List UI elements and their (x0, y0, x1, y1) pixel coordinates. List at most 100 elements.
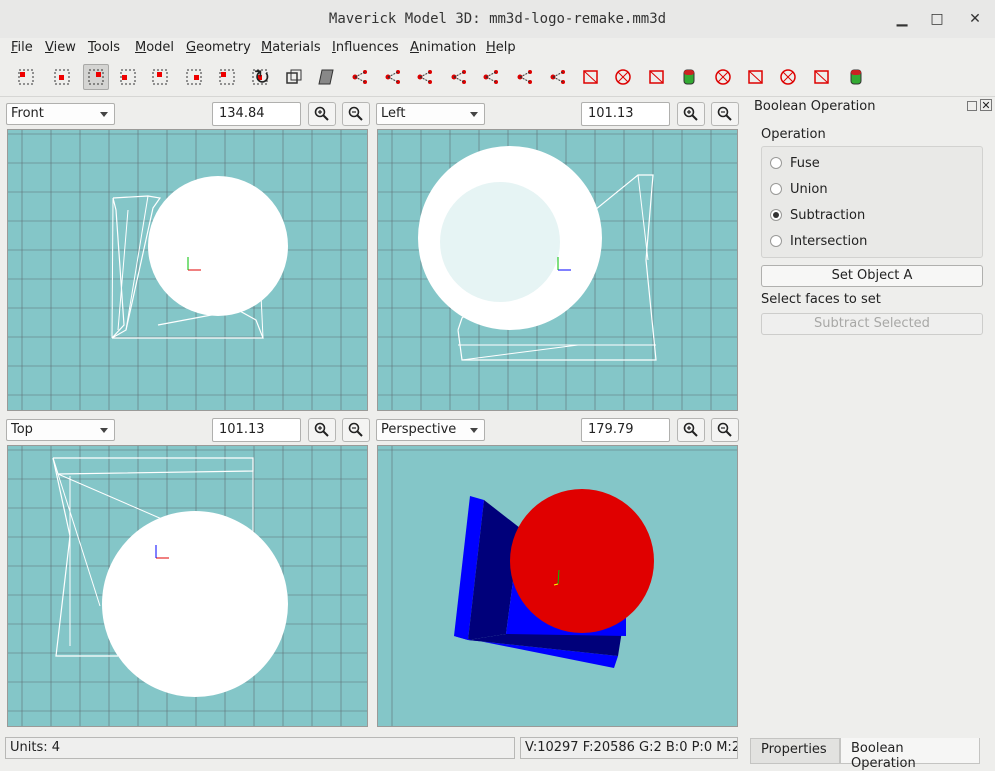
create-vertex-tool[interactable] (412, 64, 438, 90)
create-face-tool[interactable] (446, 64, 472, 90)
create-cube-tool[interactable] (578, 64, 604, 90)
zoom-in-icon (683, 106, 698, 121)
viewport-perspective-canvas[interactable] (378, 446, 737, 726)
rotate-tool[interactable]: ↻ (249, 64, 275, 90)
select-vertices-tool[interactable] (13, 64, 39, 90)
tab-boolean-operation[interactable]: Boolean Operation (840, 738, 980, 771)
view-select-perspective[interactable]: Perspective (376, 419, 485, 441)
zoom-input-left[interactable]: 101.13 (581, 102, 670, 126)
select-connected-tool[interactable] (83, 64, 109, 90)
attach-vertex-tool[interactable] (380, 64, 406, 90)
minimize-button[interactable]: ▁ (891, 8, 913, 30)
window-title: Maverick Model 3D: mm3d-logo-remake.mm3d (328, 11, 667, 27)
zoom-in-button-front[interactable] (308, 102, 336, 126)
extrude-tool[interactable] (347, 64, 373, 90)
create-vertex-icon (415, 67, 435, 87)
view-select-top[interactable]: Top (6, 419, 115, 441)
zoom-input-front[interactable]: 134.84 (212, 102, 301, 126)
create-point-tool[interactable] (512, 64, 538, 90)
select-groups-icon (118, 67, 138, 87)
radio-union-indicator[interactable] (770, 183, 782, 195)
create-plane-icon (812, 67, 832, 87)
close-panel-icon[interactable]: ✕ (980, 99, 992, 112)
panel-title: Boolean Operation (754, 99, 876, 114)
zoom-in-button-left[interactable] (677, 102, 705, 126)
create-polygon-icon (746, 67, 766, 87)
create-projection-tool[interactable] (545, 64, 571, 90)
radio-union[interactable]: Union (770, 179, 828, 199)
viewport-top[interactable] (7, 445, 368, 727)
create-plane-tool[interactable] (809, 64, 835, 90)
select-bone-joints-icon (150, 67, 170, 87)
operation-group: Fuse Union Subtraction Intersection (761, 146, 983, 258)
create-torus-knot-tool[interactable] (775, 64, 801, 90)
menu-help[interactable]: Help (486, 40, 516, 55)
status-bar: Units: 4 V:10297 F:20586 G:2 B:0 P:0 M:2 (0, 736, 750, 764)
radio-intersection-indicator[interactable] (770, 235, 782, 247)
menu-tools[interactable]: Tools (88, 40, 120, 55)
radio-subtraction[interactable]: Subtraction (770, 205, 865, 225)
create-polygon-tool[interactable] (743, 64, 769, 90)
select-groups-tool[interactable] (115, 64, 141, 90)
create-bone-joint-icon (481, 67, 501, 87)
view-select-front[interactable]: Front (6, 103, 115, 125)
zoom-input-top[interactable]: 101.13 (212, 418, 301, 442)
create-cylinder-shape-tool[interactable] (843, 64, 869, 90)
select-bone-joints-tool[interactable] (147, 64, 173, 90)
menu-bar: File View Tools Model Geometry Materials Influ… (0, 38, 995, 60)
title-bar: Maverick Model 3D: mm3d-logo-remake.mm3d… (0, 0, 995, 39)
zoom-in-button-top[interactable] (308, 418, 336, 442)
viewport-perspective[interactable] (377, 445, 738, 727)
create-cylinder-icon (679, 67, 699, 87)
create-bone-joint-tool[interactable] (478, 64, 504, 90)
menu-model[interactable]: Model (135, 40, 174, 55)
zoom-out-button-top[interactable] (342, 418, 370, 442)
menu-geometry[interactable]: Geometry (186, 40, 251, 55)
create-torus-tool[interactable] (710, 64, 736, 90)
close-button[interactable]: ✕ (964, 8, 986, 30)
view-select-left[interactable]: Left (376, 103, 485, 125)
menu-view[interactable]: View (45, 40, 76, 55)
float-panel-icon[interactable] (967, 101, 977, 111)
select-points-tool[interactable] (181, 64, 207, 90)
subtract-selected-button[interactable]: Subtract Selected (761, 313, 983, 335)
zoom-out-button-front[interactable] (342, 102, 370, 126)
shear-tool[interactable] (313, 64, 339, 90)
units-status: Units: 4 (5, 737, 515, 759)
menu-influences[interactable]: Influences (332, 40, 399, 55)
scale-tool[interactable] (281, 64, 307, 90)
radio-subtraction-indicator[interactable] (770, 209, 782, 221)
viewport-top-canvas[interactable] (8, 446, 367, 726)
set-object-a-button[interactable]: Set Object A (761, 265, 983, 287)
radio-intersection[interactable]: Intersection (770, 231, 867, 251)
create-cylinder-tool[interactable] (676, 64, 702, 90)
menu-materials[interactable]: Materials (261, 40, 321, 55)
select-faces-tool[interactable] (49, 64, 75, 90)
menu-animation[interactable]: Animation (410, 40, 476, 55)
viewport-front-canvas[interactable] (8, 130, 367, 410)
viewport-left-canvas[interactable] (378, 130, 737, 410)
viewport-front[interactable] (7, 129, 368, 411)
zoom-in-button-perspective[interactable] (677, 418, 705, 442)
select-projections-tool[interactable] (214, 64, 240, 90)
boolean-operation-panel: Boolean Operation ✕ Operation Fuse Union… (750, 96, 995, 736)
radio-fuse[interactable]: Fuse (770, 153, 820, 173)
maximize-button[interactable]: □ (926, 8, 948, 30)
radio-fuse-indicator[interactable] (770, 157, 782, 169)
zoom-input-perspective[interactable]: 179.79 (581, 418, 670, 442)
operation-label: Operation (761, 127, 826, 142)
radio-subtraction-label: Subtraction (790, 207, 866, 223)
create-cube-icon (581, 67, 601, 87)
create-ellipsoid-tool[interactable] (610, 64, 636, 90)
create-rect-tool[interactable] (644, 64, 670, 90)
zoom-out-button-left[interactable] (711, 102, 739, 126)
zoom-out-icon (348, 106, 363, 121)
view-select-left-value: Left (381, 106, 406, 121)
view-select-front-value: Front (11, 106, 44, 121)
radio-fuse-label: Fuse (790, 155, 820, 171)
tab-properties[interactable]: Properties (750, 738, 840, 764)
viewport-left[interactable] (377, 129, 738, 411)
menu-file[interactable]: File (11, 40, 33, 55)
create-ellipsoid-icon (613, 67, 633, 87)
zoom-out-button-perspective[interactable] (711, 418, 739, 442)
